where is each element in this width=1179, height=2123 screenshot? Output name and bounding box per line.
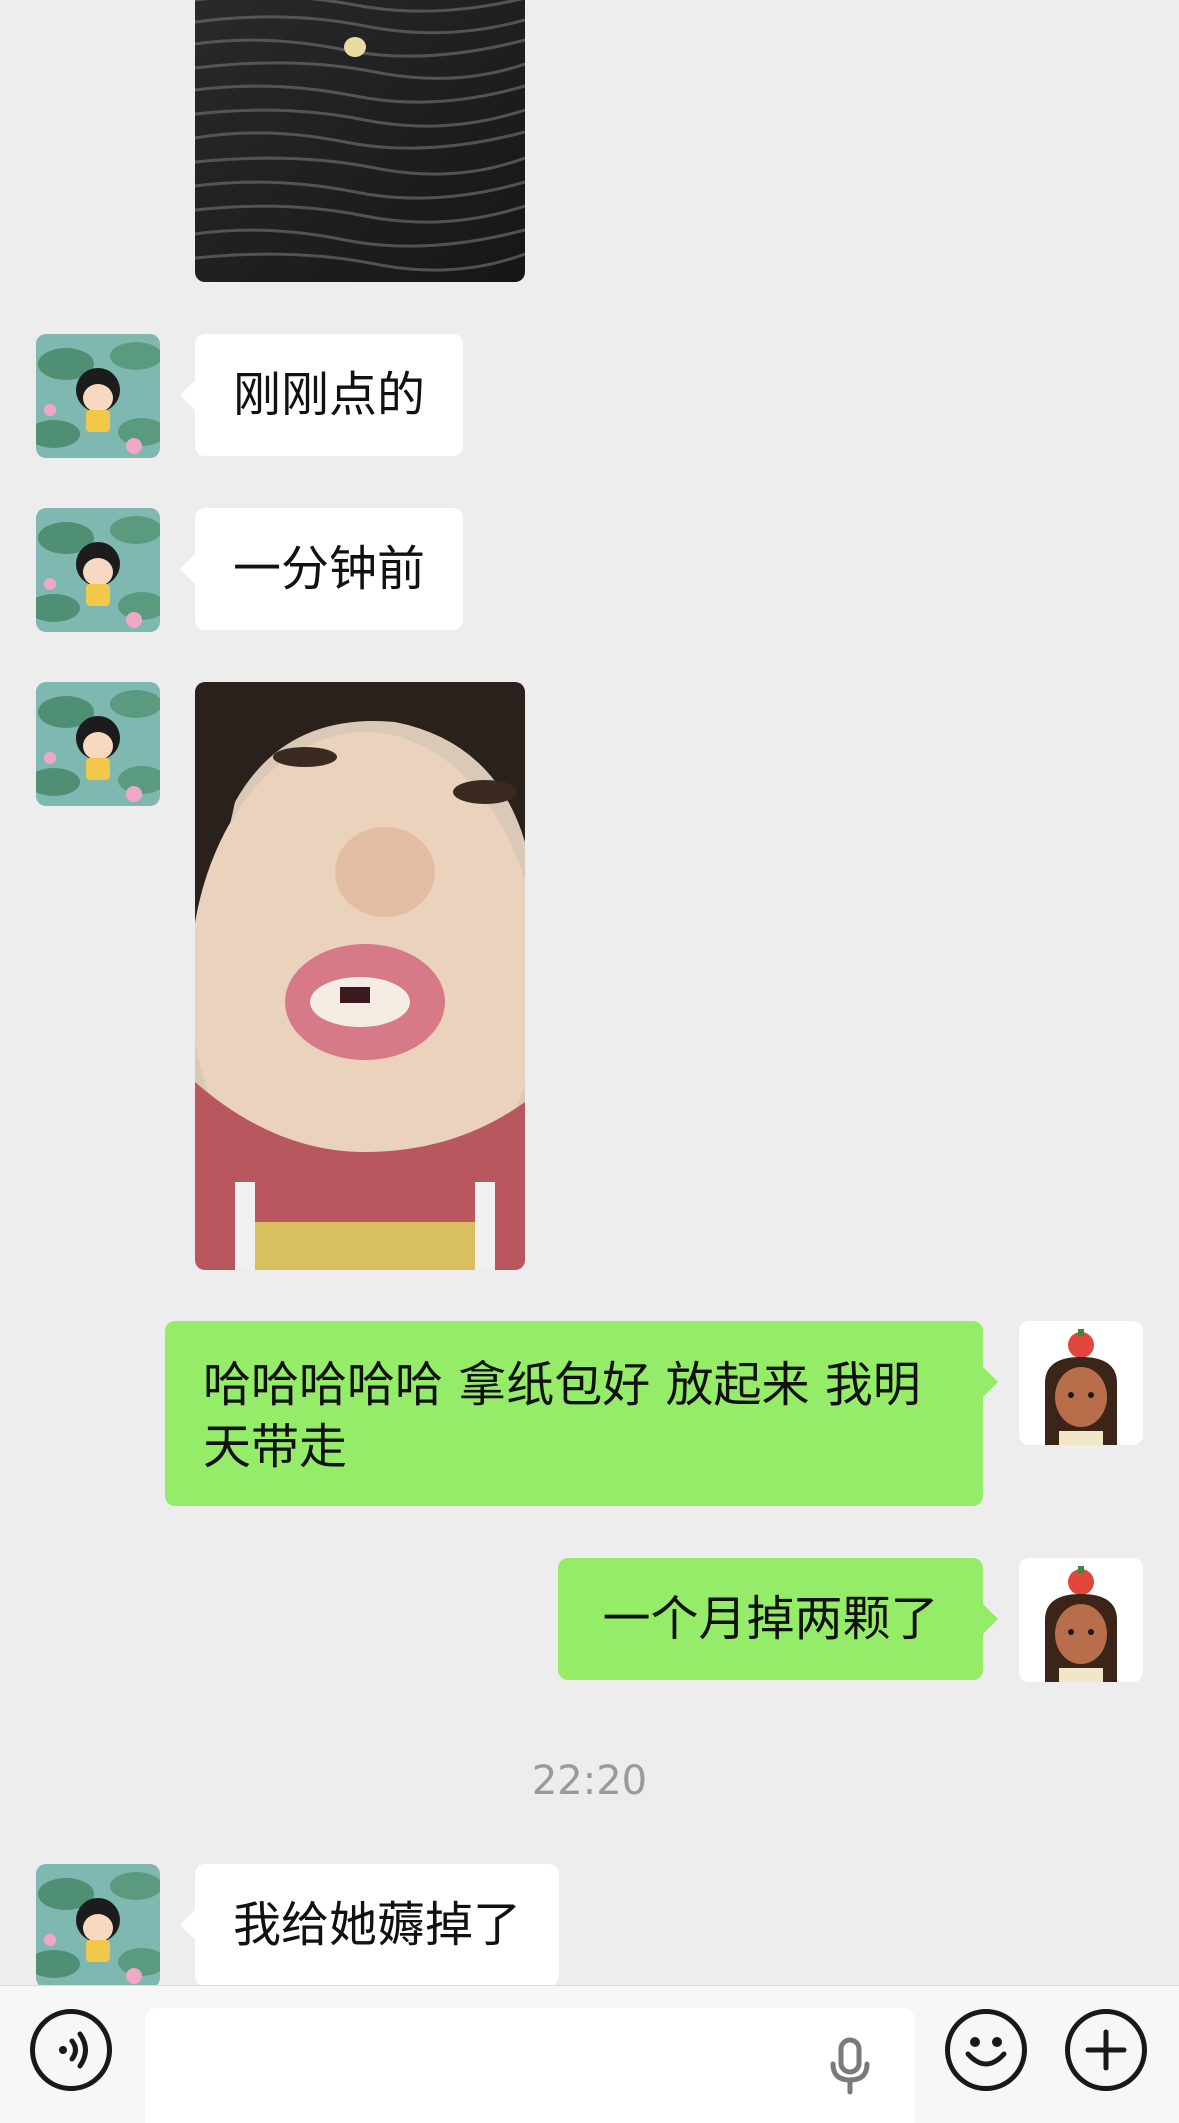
message-timestamp: 22:20: [531, 1758, 648, 1804]
my-avatar[interactable]: [1019, 1558, 1143, 1682]
my-avatar-image: [1019, 1558, 1143, 1682]
black-textured-surface-photo: [195, 0, 525, 282]
voice-mode-button[interactable]: [30, 2009, 112, 2091]
contact-avatar-image: [36, 508, 160, 632]
outgoing-message-bubble[interactable]: 哈哈哈哈哈 拿纸包好 放起来 我明天带走: [165, 1321, 998, 1506]
voice-mode-icon: [59, 2031, 88, 2069]
contact-avatar-image: [36, 334, 160, 458]
message-text: 哈哈哈哈哈 拿纸包好 放起来 我明天带走: [203, 1357, 921, 1475]
incoming-message-bubble[interactable]: 我给她薅掉了: [179, 1864, 560, 1985]
incoming-message-bubble[interactable]: 刚刚点的: [179, 334, 464, 456]
emoji-icon: [965, 2037, 1007, 2067]
contact-avatar[interactable]: [36, 682, 160, 806]
contact-avatar[interactable]: [36, 334, 160, 458]
contact-avatar[interactable]: [36, 1864, 160, 1985]
message-text: 一个月掉两颗了: [602, 1591, 939, 1647]
my-avatar[interactable]: [1019, 1321, 1143, 1445]
message-text: 刚刚点的: [233, 367, 426, 423]
message-image[interactable]: [195, 0, 525, 282]
incoming-message-bubble[interactable]: 一分钟前: [179, 508, 464, 630]
child-missing-tooth-photo: [195, 682, 525, 1270]
chat-input-bar: [0, 1985, 1179, 2123]
plus-button[interactable]: [1065, 2009, 1147, 2091]
outgoing-message-bubble[interactable]: 一个月掉两颗了: [558, 1558, 998, 1680]
contact-avatar-image: [36, 682, 160, 806]
message-text: 一分钟前: [233, 541, 426, 597]
message-text: 我给她薅掉了: [233, 1897, 522, 1953]
contact-avatar-image: [36, 1864, 160, 1985]
message-input[interactable]: [145, 2008, 915, 2123]
message-image[interactable]: [195, 682, 525, 1270]
chat-message-list[interactable]: 刚刚点的 一分钟前 哈哈哈哈哈 拿纸包好 放起来 我明天带走 一个月掉两颗了 2…: [0, 0, 1179, 1985]
my-avatar-image: [1019, 1321, 1143, 1445]
contact-avatar[interactable]: [36, 508, 160, 632]
plus-icon: [1085, 2029, 1127, 2071]
microphone-icon[interactable]: [825, 2036, 875, 2096]
emoji-button[interactable]: [945, 2009, 1027, 2091]
